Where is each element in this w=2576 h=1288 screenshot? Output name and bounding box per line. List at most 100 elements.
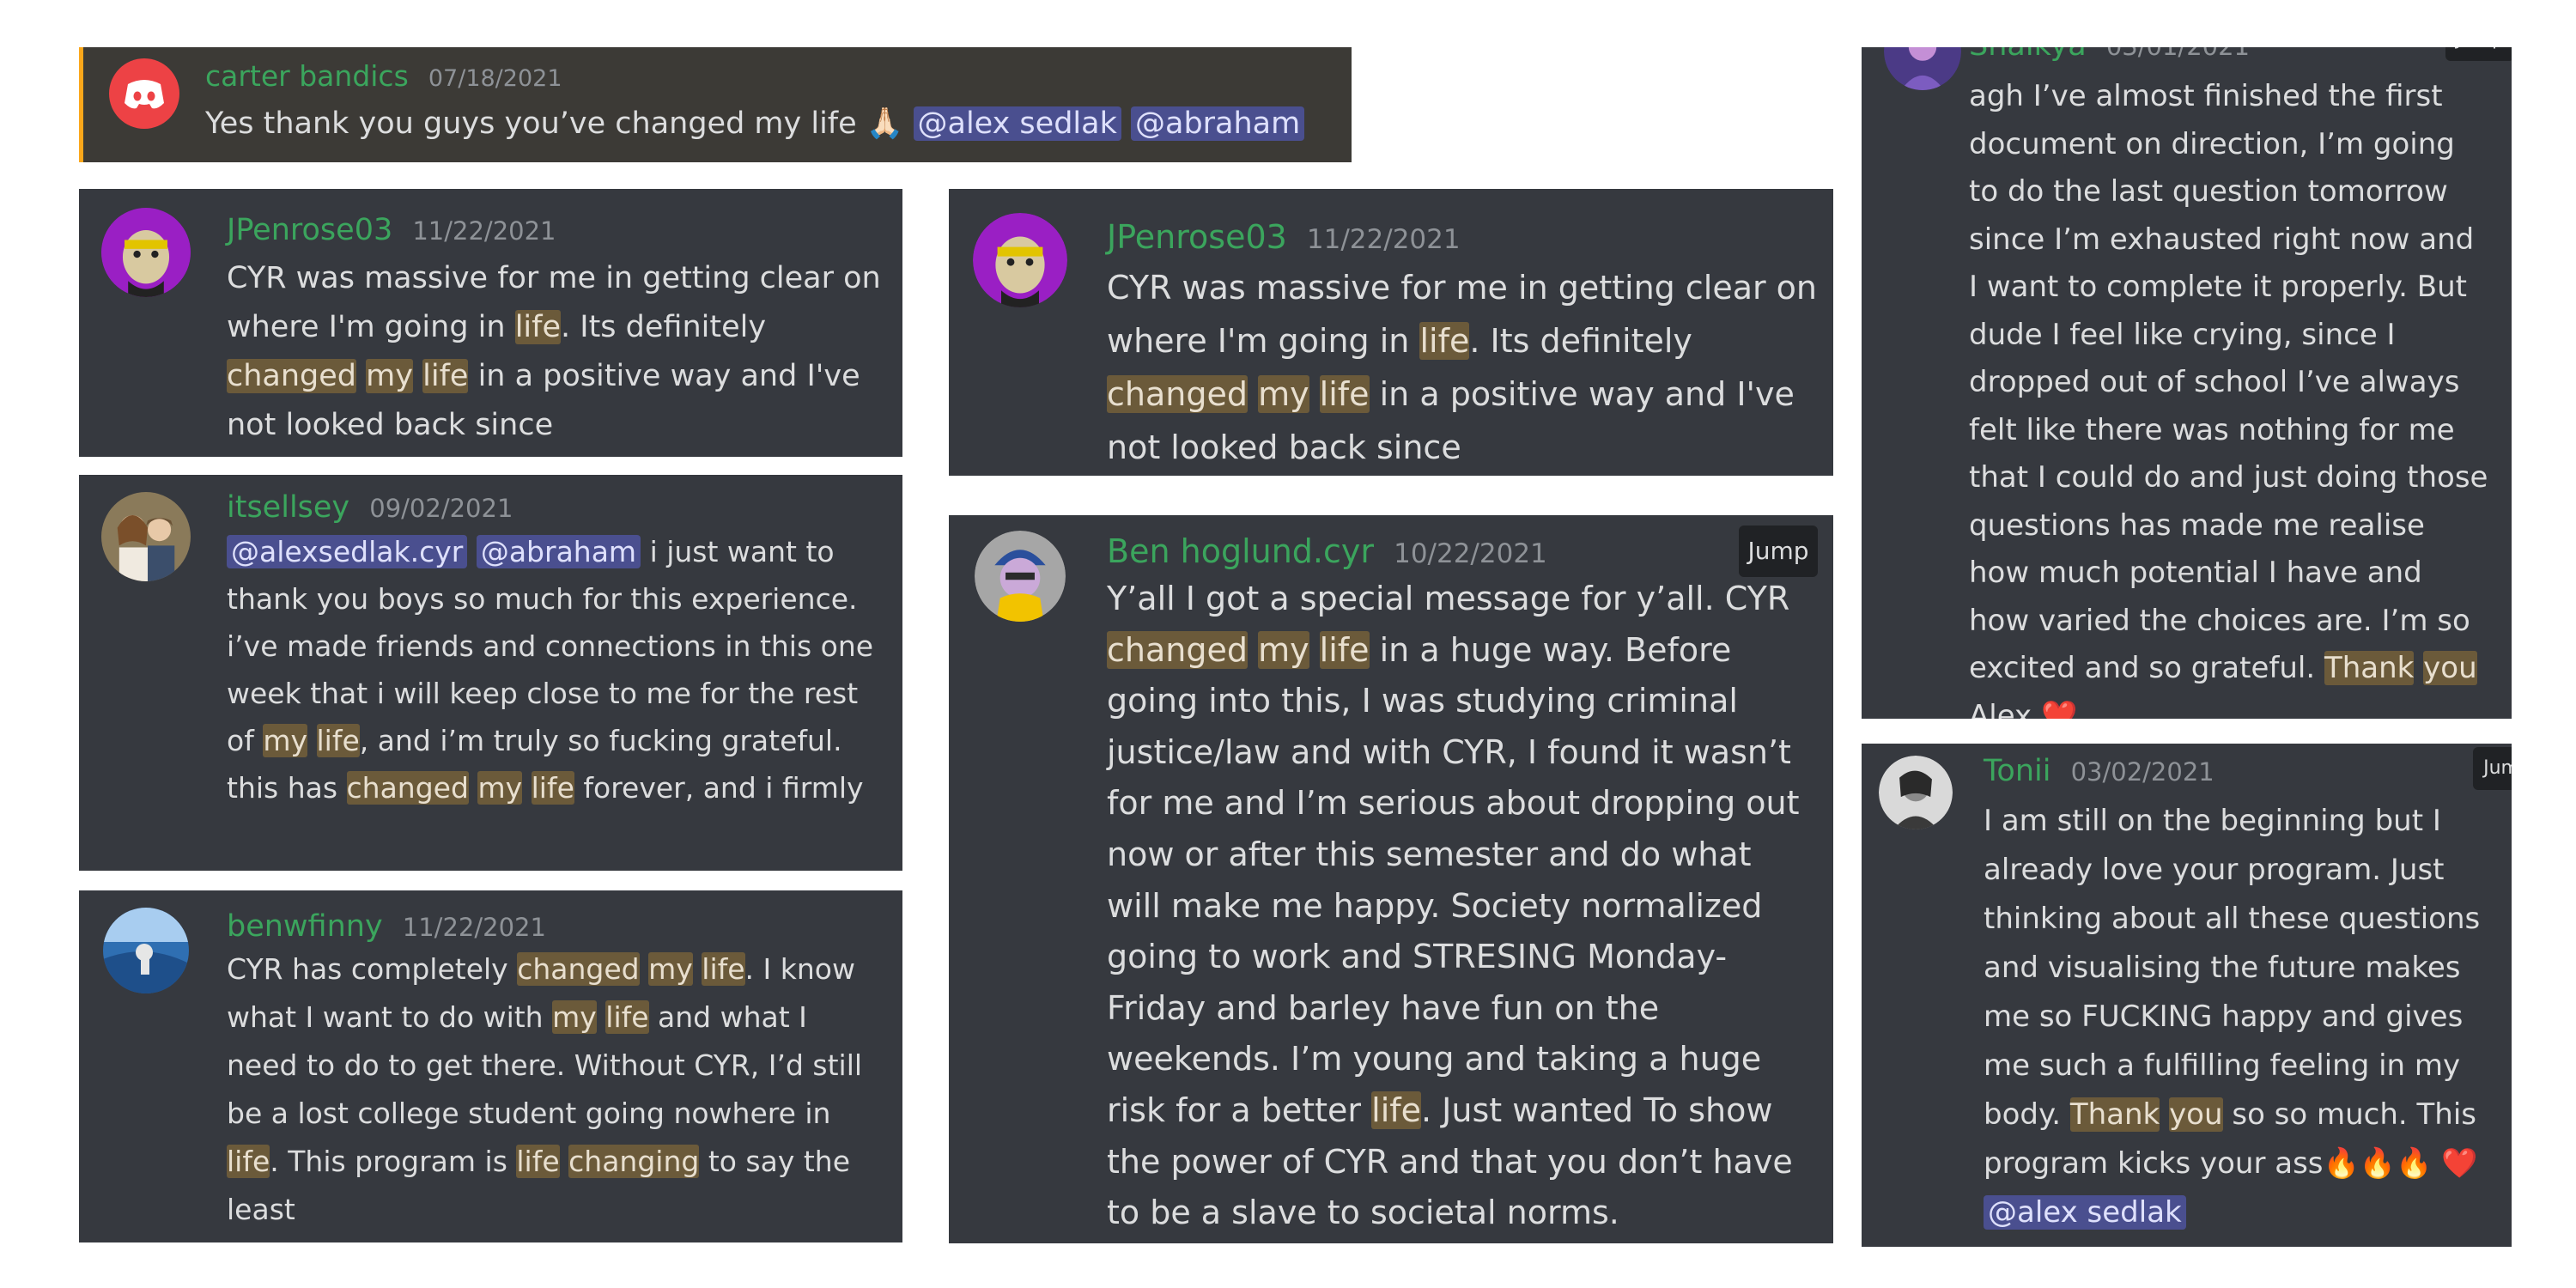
message-text: CYR has completely changed my life. I kn… [227, 945, 879, 1234]
highlighted-word: Thank [2324, 651, 2415, 685]
message-text: Y’all I got a special message for y’all.… [1107, 574, 1811, 1239]
mention[interactable]: @abraham [1131, 106, 1305, 141]
message-card-jpenrose: JPenrose03 11/22/2021 CYR was massive fo… [79, 189, 902, 457]
timestamp: 07/18/2021 [428, 65, 562, 92]
avatar-icon[interactable] [973, 213, 1067, 307]
highlighted-word: you [2169, 1097, 2223, 1132]
highlighted-word: changed [517, 952, 640, 986]
avatar-icon[interactable] [101, 492, 191, 581]
highlighted-word: my [1258, 630, 1309, 669]
mention[interactable]: @abraham [476, 535, 641, 568]
username[interactable]: JPenrose03 [1107, 218, 1287, 256]
avatar-icon[interactable] [975, 531, 1066, 622]
timestamp: 03/01/2021 [2106, 47, 2250, 61]
message-text: CYR was massive for me in getting clear … [1107, 261, 1820, 474]
text-segment: . Its definitely [1469, 322, 1692, 360]
highlighted-word: life [702, 952, 745, 986]
message-text: @alexsedlak.cyr @abraham i just want to … [227, 528, 879, 811]
text-segment: . This program is [270, 1145, 517, 1178]
highlighted-word: life [516, 1145, 560, 1178]
message-header: Shaikya 03/01/2021 [1969, 47, 2250, 63]
highlighted-word: changed [1107, 375, 1248, 413]
highlighted-word: life [605, 1000, 649, 1034]
fire-emoji: 🔥🔥🔥 [2323, 1146, 2433, 1181]
avatar-icon[interactable] [1879, 756, 1953, 829]
timestamp: 09/02/2021 [369, 494, 513, 523]
text-segment: Alex [1969, 698, 2041, 720]
highlighted-word: changed [1107, 630, 1248, 669]
message-header: Ben hoglund.cyr 10/22/2021 [1107, 532, 1547, 570]
message-card-benwfinny: benwfinny 11/22/2021 CYR has completely … [79, 890, 902, 1242]
text-segment: , and i’m truly so fucking grateful. [359, 724, 842, 757]
username[interactable]: Ben hoglund.cyr [1107, 532, 1374, 570]
timestamp: 11/22/2021 [1306, 224, 1461, 255]
text-segment: I am still on the beginning but I alread… [1984, 804, 2481, 1132]
discord-logo-icon[interactable] [109, 58, 179, 129]
message-text: agh I’ve almost finished the first docum… [1969, 73, 2491, 719]
highlighted-word: changed [227, 359, 357, 393]
highlighted-word: life [514, 310, 562, 344]
highlighted-word: life [1419, 322, 1470, 360]
timestamp: 03/02/2021 [2070, 757, 2215, 787]
message-card-carter: carter bandics 07/18/2021 Yes thank you … [79, 47, 1352, 162]
message-header: JPenrose03 11/22/2021 [227, 213, 556, 247]
message-card-tonii: Jump Tonii 03/02/2021 I am still on the … [1862, 744, 2512, 1247]
highlighted-word: you [2423, 651, 2477, 685]
text-segment: CYR has completely [227, 952, 518, 986]
username[interactable]: carter bandics [205, 59, 409, 93]
highlighted-word: life [1319, 375, 1370, 413]
pray-emoji: 🙏🏻 [866, 106, 914, 141]
heart-emoji: ❤️ [2040, 698, 2078, 720]
username[interactable]: itsellsey [227, 490, 349, 525]
avatar-icon[interactable] [1884, 47, 1961, 90]
message-card-jpenrose-large: JPenrose03 11/22/2021 CYR was massive fo… [949, 189, 1833, 476]
message-card-itsellsey: itsellsey 09/02/2021 @alexsedlak.cyr @ab… [79, 475, 902, 871]
heart-emoji: ❤️ [2441, 1146, 2478, 1181]
message-header: itsellsey 09/02/2021 [227, 490, 513, 525]
username[interactable]: JPenrose03 [227, 213, 392, 247]
message-card-ben-hoglund: Jump Ben hoglund.cyr 10/22/2021 Y’all I … [949, 515, 1833, 1243]
highlighted-word: my [648, 952, 693, 986]
username[interactable]: benwfinny [227, 909, 383, 944]
jump-button[interactable]: Jump [1739, 526, 1818, 577]
text-segment: in a huge way. Before going into this, I… [1107, 630, 1800, 1129]
text-segment: forever, and i firmly [574, 771, 864, 805]
text-segment: Yes thank you guys you’ve changed my lif… [205, 106, 866, 141]
username[interactable]: Tonii [1984, 754, 2050, 788]
jump-button[interactable]: Jump [2473, 747, 2512, 790]
message-text: Yes thank you guys you’ve changed my lif… [205, 104, 1339, 143]
username[interactable]: Shaikya [1969, 47, 2087, 63]
highlighted-word: my [366, 359, 413, 393]
timestamp: 10/22/2021 [1394, 538, 1547, 569]
message-header: carter bandics 07/18/2021 [205, 59, 562, 93]
text-segment: this has [227, 771, 347, 805]
highlighted-word: life [1371, 1091, 1422, 1129]
message-header: Tonii 03/02/2021 [1984, 754, 2215, 788]
highlighted-word: my [477, 771, 523, 805]
message-card-shaikya: Jump Shaikya 03/01/2021 agh I’ve almost … [1862, 47, 2512, 719]
highlighted-word: my [552, 1000, 597, 1034]
message-header: benwfinny 11/22/2021 [227, 909, 546, 944]
jump-button[interactable]: Jump [2445, 47, 2512, 61]
mention[interactable]: @alex sedlak [1984, 1195, 2186, 1230]
text-segment: Y’all I got a special message for y’all.… [1107, 580, 1790, 617]
highlighted-word: life [227, 1145, 270, 1178]
highlighted-word: life [531, 771, 574, 805]
highlighted-word: my [1258, 375, 1309, 413]
mention[interactable]: @alex sedlak [913, 106, 1121, 141]
avatar-icon[interactable] [103, 908, 189, 993]
mention[interactable]: @alexsedlak.cyr [227, 535, 468, 568]
text-segment: . Its definitely [561, 310, 767, 344]
highlighted-word: my [263, 724, 307, 757]
message-text: CYR was massive for me in getting clear … [227, 254, 896, 450]
highlighted-word: changed [346, 771, 469, 805]
message-header: JPenrose03 11/22/2021 [1107, 218, 1461, 256]
avatar-icon[interactable] [101, 208, 191, 297]
text-segment: agh I’ve almost finished the first docum… [1969, 79, 2488, 685]
message-text: I am still on the beginning but I alread… [1984, 797, 2499, 1237]
highlighted-word: life [1319, 630, 1370, 669]
timestamp: 11/22/2021 [402, 913, 546, 942]
highlighted-word: life [422, 359, 469, 393]
highlighted-word: life [316, 724, 360, 757]
highlighted-word: changing [568, 1145, 700, 1178]
